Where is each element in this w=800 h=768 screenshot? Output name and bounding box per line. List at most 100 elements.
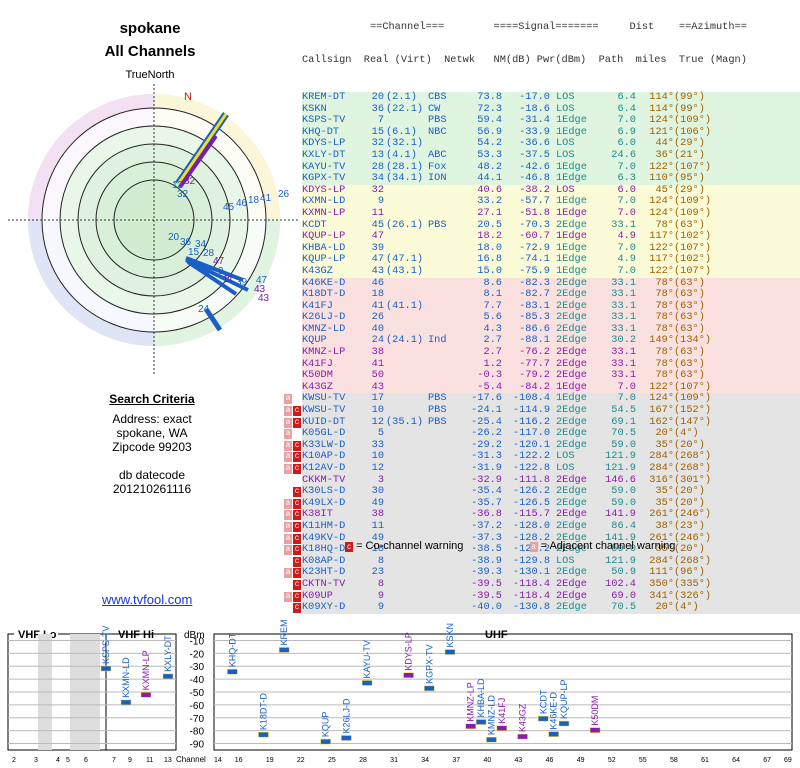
cell-real: 34 xyxy=(371,172,384,185)
y-tick-label: -60 xyxy=(190,701,205,712)
table-row: KXLY-DT 13 (4.1) ABC 53.3 -37.5 LOS 24.6 36° (21°… xyxy=(302,148,800,162)
cell-dist: 102.4 xyxy=(605,577,636,590)
page-subtitle: All Channels xyxy=(104,43,196,60)
cell-pwr: -51.8 xyxy=(519,206,550,219)
y-tick-label: -40 xyxy=(190,675,205,686)
cell-virt: (43.1) xyxy=(386,264,424,277)
x-tick-label: 7 xyxy=(112,757,116,764)
adjacent-warning-icon: a xyxy=(284,440,292,451)
cell-nm: -40.0 xyxy=(471,601,502,614)
station-label: K41FJ xyxy=(497,698,507,724)
cell-pwr: -130.8 xyxy=(512,601,550,614)
co-channel-flag-icon: c xyxy=(345,542,353,552)
x-tick-label: 4 xyxy=(56,757,60,764)
cell-pwr: -82.7 xyxy=(519,288,550,301)
cell-mag: (99°) xyxy=(674,91,705,103)
station-label: KXMN-LD xyxy=(121,657,131,698)
cell-virt: (22.1) xyxy=(386,102,424,115)
cell-dist: 86.4 xyxy=(611,519,636,532)
cell-dist: 6.3 xyxy=(617,172,636,185)
station-label: KCDT xyxy=(538,689,548,714)
cell-nm: 2.7 xyxy=(483,346,502,359)
cell-real: 12 xyxy=(371,462,384,474)
x-tick-label: 2 xyxy=(12,757,16,764)
cell-net: CBS xyxy=(428,91,447,103)
cell-nm: 15.0 xyxy=(477,264,502,277)
svg-text:18: 18 xyxy=(248,195,260,206)
cell-path: 2Edge xyxy=(556,519,587,532)
co-channel-warning-icon: c xyxy=(293,556,301,567)
cell-nm: 53.3 xyxy=(477,148,502,161)
station-marker xyxy=(548,731,559,737)
table-row: K09UP 9 -39.5 -118.4 2Edge 69.0 341° (326°) a c xyxy=(284,590,800,603)
cell-virt: (4.1) xyxy=(386,148,417,161)
station-marker xyxy=(140,692,152,698)
adjacent-channel-legend-text: = Adjacent channel warning xyxy=(540,540,676,552)
cell-path: LOS xyxy=(556,91,575,103)
adjacent-warning-icon: a xyxy=(284,394,292,405)
table-row: K12AV-D 12 -31.9 -122.8 LOS 121.9 284° (268°) a c xyxy=(284,462,800,475)
table-header-groups: ==Channel=== ====Signal======= Dist ==Az… xyxy=(302,21,747,33)
cell-net: PBS xyxy=(428,415,447,428)
cell-mag: (20°) xyxy=(674,543,705,556)
co-channel-warning-icon: c xyxy=(293,579,301,590)
svg-text:26: 26 xyxy=(278,189,290,200)
station-label: KSKN xyxy=(445,623,455,648)
criteria-city: spokane, WA xyxy=(116,426,188,440)
cell-real: 47 xyxy=(371,230,384,243)
dbm-axis-label: dBm xyxy=(184,630,205,641)
station-marker xyxy=(558,720,570,727)
tvfool-link[interactable]: www.tvfool.com xyxy=(102,592,192,607)
co-channel-legend-text: = Co-channel warning xyxy=(356,540,464,552)
cell-nm: -24.1 xyxy=(471,404,502,417)
adjacent-warning-icon: a xyxy=(284,545,292,556)
cell-net: ION xyxy=(428,172,447,185)
cell-virt: (24.1) xyxy=(386,334,424,347)
cell-tru: 117° xyxy=(649,230,674,243)
table-body: KREM-DT 20 (2.1) CBS 73.8 -17.0 LOS 6.4 114° (99°… xyxy=(284,91,800,614)
adjacent-warning-icon: a xyxy=(284,406,292,417)
adjacent-warning-icon: a xyxy=(284,452,292,463)
uhf-title: UHF xyxy=(485,629,508,641)
x-tick-label: 28 xyxy=(359,757,367,764)
cell-tru: 114° xyxy=(649,91,674,103)
x-tick-label: 46 xyxy=(546,757,554,764)
vhf-hi-title: VHF Hi xyxy=(118,629,154,641)
station-marker xyxy=(361,680,373,686)
table-row: K18DT-D 18 8.1 -82.7 2Edge 33.1 78° (63°) xyxy=(302,288,800,301)
table-row: CKTN-TV 8 -39.5 -118.4 2Edge 102.4 350° (335°) c xyxy=(293,577,800,591)
cell-mag: (21°) xyxy=(674,148,705,161)
cell-tru: 284° xyxy=(649,462,674,474)
table-row: KUID-DT 12 (35.1) PBS -25.4 -116.2 2Edge 69.1 16… xyxy=(284,415,800,429)
station-label: KXMN-LP xyxy=(141,650,151,690)
co-channel-warning-icon: c xyxy=(293,498,301,509)
co-channel-warning-icon: c xyxy=(293,533,301,544)
cell-call: K09XY-D xyxy=(302,601,346,614)
station-label: K50DM xyxy=(590,696,600,726)
cell-call: KXLY-DT xyxy=(302,148,346,161)
svg-text:32: 32 xyxy=(177,189,189,200)
polar-plot: N 13 32 32 45 46 18 41 26 20 36 34 15 28… xyxy=(8,84,298,374)
station-label: KQUP xyxy=(321,712,331,738)
cell-path: 2Edge xyxy=(556,404,587,417)
x-tick-label: 55 xyxy=(639,757,647,764)
station-marker xyxy=(589,727,601,733)
cell-nm: 27.1 xyxy=(477,206,502,219)
cell-nm: -37.2 xyxy=(471,519,502,532)
cell-real: 38 xyxy=(371,346,384,359)
cell-net: Ind xyxy=(428,334,447,347)
cell-mag: (152°) xyxy=(674,404,712,417)
y-tick-label: -30 xyxy=(190,662,205,673)
x-tick-label: 58 xyxy=(670,757,678,764)
cell-pwr: -128.0 xyxy=(512,519,550,532)
co-channel-warning-icon: c xyxy=(293,440,301,451)
cell-pwr: -46.8 xyxy=(519,172,550,185)
cell-path: LOS xyxy=(556,462,575,474)
cell-tru: 110° xyxy=(649,172,674,185)
table-row: K23HT-D 23 -39.3 -130.1 2Edge 50.9 111° (96°) a c xyxy=(284,567,800,579)
cell-real: 11 xyxy=(371,206,384,219)
x-tick-label: 31 xyxy=(390,757,398,764)
search-criteria-heading: Search Criteria xyxy=(109,392,195,406)
cell-dist: 33.1 xyxy=(611,346,636,359)
station-label: KDYS-LP xyxy=(404,632,414,671)
